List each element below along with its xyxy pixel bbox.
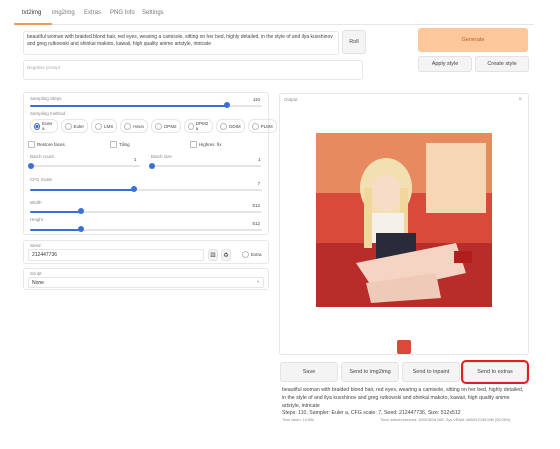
generation-info-prompt: beautiful woman with braided blond hair,…: [282, 387, 524, 409]
seed-label: Seed: [30, 243, 41, 248]
batch-size-handle[interactable]: [149, 163, 155, 169]
cfg-scale-value[interactable]: 7: [257, 181, 260, 186]
settings-panel: Sampling Steps 110 Sampling method Euler…: [23, 92, 277, 235]
close-icon[interactable]: ×: [518, 97, 522, 103]
sampler-option-heun[interactable]: Heun: [120, 119, 149, 133]
output-label: Output: [284, 97, 298, 102]
output-panel: Output ×: [279, 93, 529, 355]
seed-panel: Seed 212447736 ⚄ ♻ Extra: [23, 240, 269, 264]
sampler-option-euler-a[interactable]: Euler a: [30, 119, 58, 133]
thumbnail-image[interactable]: [397, 340, 411, 354]
sampler-option-dpm2[interactable]: DPM2: [151, 119, 181, 133]
height-handle[interactable]: [78, 226, 85, 232]
tab-divider: [14, 24, 534, 25]
seed-input[interactable]: 212447736: [28, 249, 204, 261]
tab-png-info[interactable]: PNG Info: [110, 10, 135, 16]
restore-faces-checkbox[interactable]: Restore faces: [28, 141, 65, 148]
anime-girl-illustration: [316, 133, 492, 307]
batch-size-value[interactable]: 1: [258, 157, 261, 162]
cfg-scale-slider[interactable]: [30, 189, 262, 191]
generate-button[interactable]: Generate: [418, 28, 528, 52]
batch-size-slider[interactable]: [151, 165, 261, 167]
width-handle[interactable]: [78, 208, 85, 214]
batch-size-label: Batch size: [151, 154, 172, 159]
sampling-method-label: Sampling method: [30, 111, 66, 116]
tab-settings[interactable]: Settings: [142, 10, 164, 16]
sampling-steps-value[interactable]: 110: [253, 97, 260, 102]
width-slider[interactable]: [30, 211, 262, 213]
tab-img2img[interactable]: img2img: [52, 10, 75, 16]
recycle-icon[interactable]: ♻: [221, 249, 231, 261]
batch-count-handle[interactable]: [28, 163, 34, 169]
height-value[interactable]: 512: [252, 221, 260, 226]
tab-bar: txt2img img2img Extras PNG Info Settings: [0, 0, 560, 26]
send-to-inpaint-button[interactable]: Send to inpaint: [402, 362, 460, 382]
script-label: Script: [30, 271, 42, 276]
dice-icon[interactable]: ⚄: [208, 249, 218, 261]
prompt-input[interactable]: beautiful woman with braided blond hair,…: [23, 31, 339, 55]
width-label: Width: [30, 200, 42, 205]
sampling-steps-handle[interactable]: [224, 102, 231, 108]
batch-count-slider[interactable]: [30, 165, 140, 167]
sampling-method-group: Euler a Euler LMS Heun DPM2 DPM2 a DDIM …: [30, 119, 277, 133]
chevron-down-icon: ⌄: [256, 278, 261, 284]
save-button[interactable]: Save: [280, 362, 338, 382]
extra-checkbox[interactable]: Extra: [242, 251, 262, 258]
create-style-button[interactable]: Create style: [475, 56, 529, 72]
sampler-option-plms[interactable]: PLMS: [247, 119, 277, 133]
script-select[interactable]: None: [28, 277, 264, 288]
tab-txt2img[interactable]: txt2img: [22, 10, 41, 16]
sampler-option-euler[interactable]: Euler: [60, 119, 89, 133]
active-tab-indicator: [14, 23, 52, 25]
width-value[interactable]: 512: [252, 203, 260, 208]
cfg-scale-handle[interactable]: [131, 186, 138, 192]
negative-prompt-input[interactable]: Negative prompt: [23, 60, 363, 80]
generated-image[interactable]: [316, 133, 492, 307]
send-to-img2img-button[interactable]: Send to img2img: [341, 362, 399, 382]
tiling-checkbox[interactable]: Tiling: [110, 141, 130, 148]
cfg-scale-label: CFG Scale: [30, 177, 53, 182]
height-slider[interactable]: [30, 229, 262, 231]
sampler-option-lms[interactable]: LMS: [91, 119, 118, 133]
script-panel: Script None ⌄: [23, 268, 269, 290]
sampling-steps-label: Sampling Steps: [30, 96, 62, 101]
vram-usage-text: Torch active/reserved: 3265/3618 MiB, Sy…: [380, 418, 511, 422]
batch-count-label: Batch count: [30, 154, 54, 159]
tab-extras[interactable]: Extras: [84, 10, 101, 16]
send-to-extras-button[interactable]: Send to extras: [461, 360, 529, 384]
sampler-option-dpm2-a[interactable]: DPM2 a: [183, 119, 214, 133]
apply-style-button[interactable]: Apply style: [418, 56, 472, 72]
sampler-option-ddim[interactable]: DDIM: [216, 119, 245, 133]
highres-fix-checkbox[interactable]: Highres. fix: [190, 141, 222, 148]
roll-button[interactable]: Roll: [342, 30, 366, 54]
time-taken-text: Time taken: 19.69s: [282, 418, 315, 422]
generation-info-params: Steps: 110, Sampler: Euler a, CFG scale:…: [282, 410, 461, 416]
batch-count-value[interactable]: 1: [134, 157, 137, 162]
height-label: Height: [30, 217, 44, 222]
